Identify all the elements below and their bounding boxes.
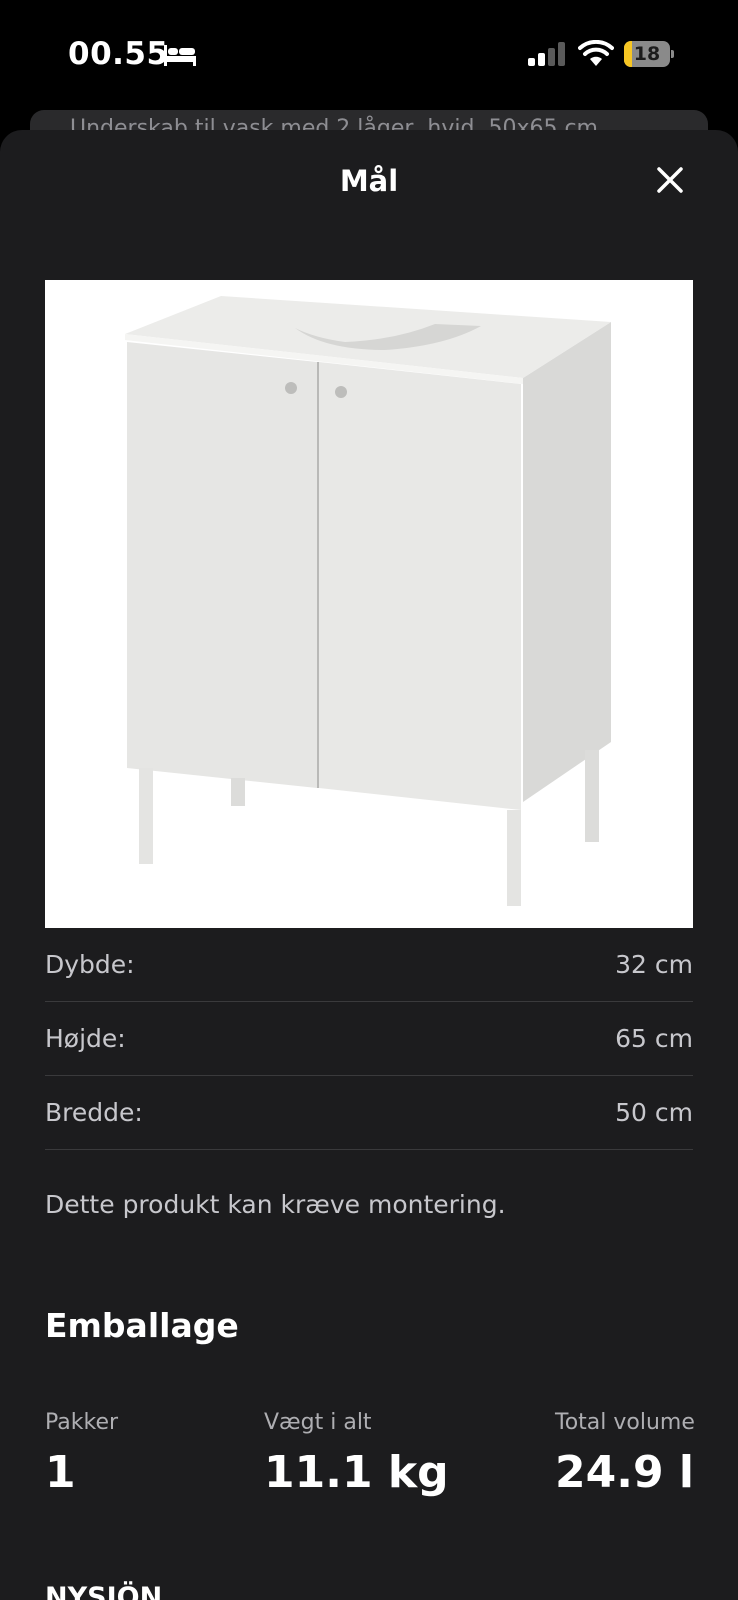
close-button[interactable]	[648, 158, 692, 202]
sink-cabinet-illustration	[125, 296, 611, 906]
dimension-row-depth: Dybde: 32 cm	[45, 928, 693, 1002]
packaging-stat-volume: Total volume 24.9 l	[555, 1410, 695, 1498]
stat-label: Total volume	[555, 1410, 695, 1435]
sleep-focus-icon	[164, 45, 196, 66]
dimensions-sheet: Mål Dybde: 32 cm Højde: 65 cm Bredde: 50…	[0, 130, 738, 1600]
dimension-row-height: Højde: 65 cm	[45, 1002, 693, 1076]
packaging-stat-weight: Vægt i alt 11.1 kg	[264, 1410, 449, 1498]
next-section-title: NYSJÖN	[45, 1582, 163, 1600]
dimension-value: 32 cm	[615, 950, 693, 979]
dimension-row-width: Bredde: 50 cm	[45, 1076, 693, 1150]
status-bar: 00.55 18	[0, 0, 738, 110]
dimension-value: 65 cm	[615, 1024, 693, 1053]
stat-label: Vægt i alt	[264, 1410, 372, 1435]
product-image	[45, 280, 693, 928]
dimension-label: Dybde:	[45, 950, 135, 979]
stat-value: 11.1 kg	[264, 1447, 449, 1498]
dimension-value: 50 cm	[615, 1098, 693, 1127]
stat-label: Pakker	[45, 1410, 119, 1435]
battery-level-text: 18	[633, 43, 661, 65]
stat-value: 24.9 l	[555, 1447, 694, 1498]
assembly-note: Dette produkt kan kræve montering.	[45, 1190, 506, 1219]
dimension-label: Bredde:	[45, 1098, 143, 1127]
stat-value: 1	[45, 1447, 76, 1498]
packaging-title: Emballage	[45, 1306, 239, 1345]
packaging-stat-packages: Pakker 1	[45, 1410, 118, 1498]
dimension-label: Højde:	[45, 1024, 126, 1053]
close-icon	[657, 167, 683, 193]
wifi-icon	[578, 40, 614, 66]
status-time: 00.55	[68, 36, 169, 72]
sheet-title: Mål	[339, 164, 399, 198]
battery-icon: 18	[624, 41, 674, 67]
cellular-signal-icon	[528, 42, 565, 66]
